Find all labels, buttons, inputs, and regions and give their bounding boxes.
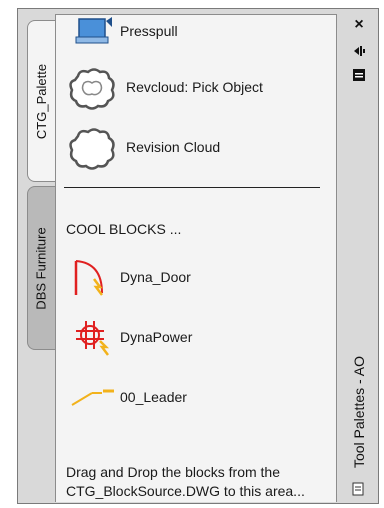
dynamic-power-block-icon: [76, 321, 110, 356]
tab-label: CTG_Palette: [34, 63, 49, 139]
palette-hint-text: Drag and Drop the blocks from the CTG_Bl…: [66, 464, 305, 499]
tool-item-label: Presspull: [120, 23, 178, 39]
palette-menu-icon[interactable]: [352, 482, 366, 496]
palette-title-bar[interactable]: × Tool Palettes - AO: [340, 8, 378, 504]
tool-item-label: Dyna_Door: [120, 269, 191, 285]
tool-item-presspull[interactable]: Presspull: [56, 17, 326, 47]
properties-icon[interactable]: [352, 68, 366, 82]
tool-item-label: DynaPower: [120, 329, 193, 345]
tab-dbs-furniture[interactable]: DBS Furniture: [27, 186, 55, 350]
tool-item-00-leader[interactable]: 00_Leader: [56, 377, 326, 417]
leader-block-icon: [71, 389, 114, 406]
tool-item-label: Revcloud: Pick Object: [126, 79, 263, 95]
tool-item-dynapower[interactable]: DynaPower: [56, 317, 326, 357]
close-icon[interactable]: ×: [352, 17, 366, 33]
tool-item-label: Revision Cloud: [126, 139, 221, 155]
tab-ctg-palette[interactable]: CTG_Palette: [27, 20, 55, 182]
tool-item-revcloud[interactable]: Revcloud: Pick Object: [56, 63, 326, 113]
separator: [64, 187, 320, 188]
tool-item-label: 00_Leader: [120, 389, 187, 405]
presspull-icon: [75, 17, 112, 44]
group-title: COOL BLOCKS ...: [66, 221, 182, 237]
revision-cloud-icon: [69, 128, 115, 170]
palette-content: Presspull Revcloud: Pick Object Revision…: [55, 14, 337, 502]
auto-hide-icon[interactable]: [352, 44, 366, 58]
dynamic-door-block-icon: [74, 260, 103, 296]
palette-title: Tool Palettes - AO: [351, 355, 367, 469]
revcloud-icon: [69, 68, 115, 110]
tool-item-revision-cloud[interactable]: Revision Cloud: [56, 123, 326, 173]
tool-item-dyna-door[interactable]: Dyna_Door: [56, 257, 326, 297]
tab-label: DBS Furniture: [34, 226, 49, 310]
